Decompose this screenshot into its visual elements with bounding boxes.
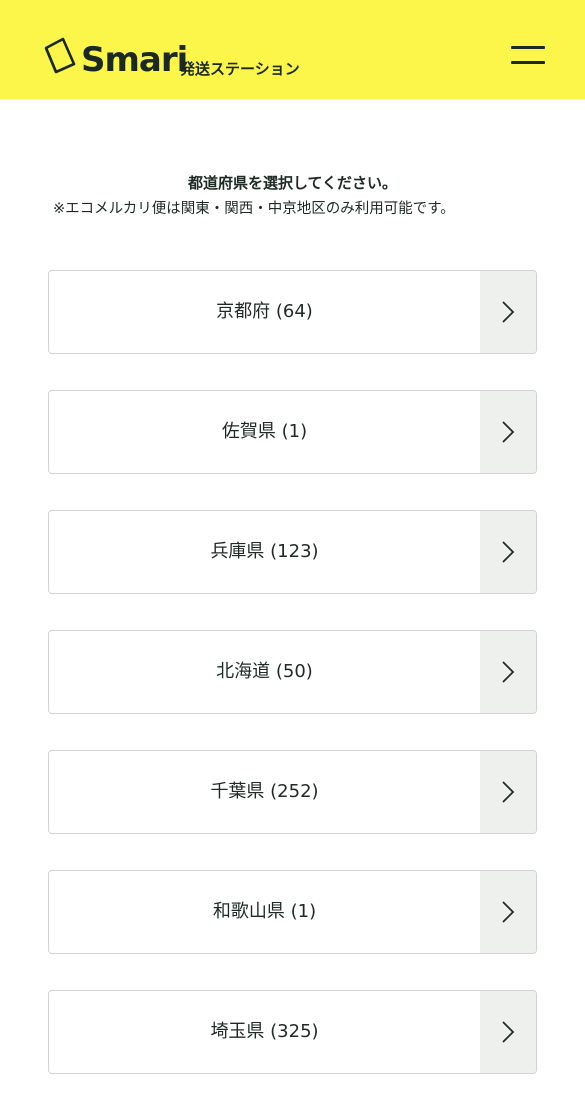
prefecture-label: 千葉県 (252) — [210, 781, 319, 802]
chevron-right-icon — [502, 901, 515, 923]
prefecture-item-saga[interactable]: 佐賀県 (1) — [48, 390, 537, 474]
prefecture-item-wakayama[interactable]: 和歌山県 (1) — [48, 870, 537, 954]
chevron-right-icon — [502, 781, 515, 803]
chevron-right-icon — [502, 421, 515, 443]
prefecture-item-kyoto[interactable]: 京都府 (64) — [48, 270, 537, 354]
prefecture-arrow[interactable] — [480, 991, 536, 1073]
chevron-right-icon — [502, 541, 515, 563]
prefecture-label: 京都府 (64) — [216, 301, 313, 322]
prefecture-arrow[interactable] — [480, 391, 536, 473]
menu-button[interactable] — [505, 40, 551, 74]
prefecture-arrow[interactable] — [480, 271, 536, 353]
intro-section: 都道府県を選択してください。 ※エコメルカリ便は関東・関西・中京地区のみ利用可能… — [0, 172, 585, 220]
prefecture-item-saitama[interactable]: 埼玉県 (325) — [48, 990, 537, 1074]
notice-text: ※エコメルカリ便は関東・関西・中京地区のみ利用可能です。 — [53, 201, 455, 217]
hamburger-icon-line — [511, 61, 545, 64]
prefecture-label: 和歌山県 (1) — [212, 901, 317, 922]
prefecture-arrow[interactable] — [480, 511, 536, 593]
app-header: Smari 発送ステーション — [0, 0, 585, 99]
page-title: 都道府県を選択してください。 — [187, 174, 398, 192]
chevron-right-icon — [502, 301, 515, 323]
prefecture-label: 北海道 (50) — [216, 661, 313, 682]
prefecture-arrow[interactable] — [480, 871, 536, 953]
prefecture-item-chiba[interactable]: 千葉県 (252) — [48, 750, 537, 834]
prefecture-list: 京都府 (64) 佐賀県 (1) 兵庫県 (123) 北海道 (50) 千葉県 … — [48, 270, 537, 1110]
logo-text[interactable]: Smari — [81, 40, 188, 80]
prefecture-item-hokkaido[interactable]: 北海道 (50) — [48, 630, 537, 714]
prefecture-arrow[interactable] — [480, 631, 536, 713]
prefecture-arrow[interactable] — [480, 751, 536, 833]
logo-subtitle: 発送ステーション — [180, 60, 300, 78]
prefecture-label: 埼玉県 (325) — [210, 1021, 319, 1042]
prefecture-label: 兵庫県 (123) — [210, 541, 319, 562]
prefecture-item-hyogo[interactable]: 兵庫県 (123) — [48, 510, 537, 594]
hamburger-icon-line — [511, 46, 545, 49]
chevron-right-icon — [502, 661, 515, 683]
smari-logo-icon — [44, 37, 76, 74]
prefecture-label: 佐賀県 (1) — [221, 421, 308, 442]
